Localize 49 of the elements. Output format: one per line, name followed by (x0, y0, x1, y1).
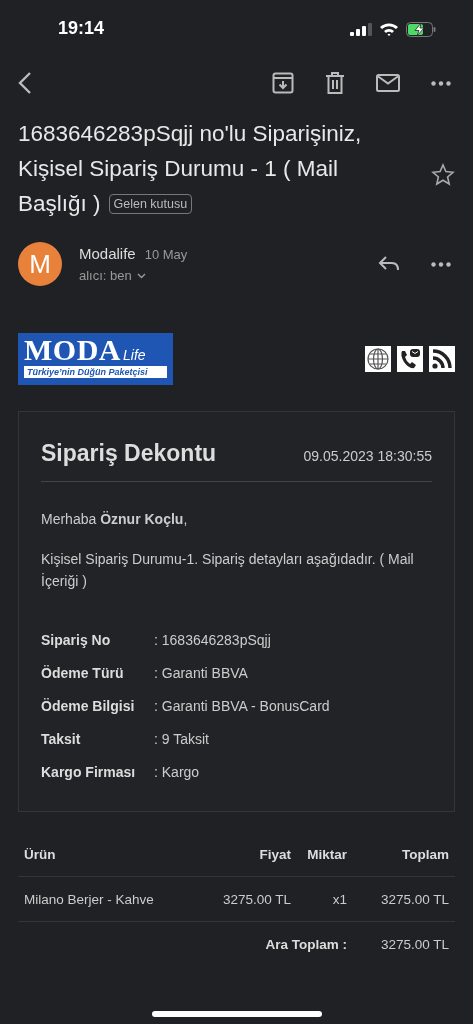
column-header: Fiyat (258, 846, 291, 862)
globe-icon[interactable] (365, 346, 391, 372)
more-icon[interactable] (431, 261, 451, 267)
status-time: 19:14 (58, 17, 105, 39)
table-cell-text: x1 (331, 891, 347, 907)
table-cell-text: Milano Berjer - Kahve (24, 891, 155, 907)
archive-icon[interactable] (272, 72, 294, 94)
detail-label: Ödeme Bilgisi (41, 697, 136, 716)
intro-text: Kişisel Sipariş Durumu-1. Sipariş detayları aşağıdadır. ( Mail İçeriği ) (41, 550, 415, 591)
email-subject-line: Kişisel Sipariş Durumu - 1 ( Mail (18, 155, 339, 183)
subtotal-value: 3275.00 TL (379, 936, 449, 952)
email-subject-line: 1683646283pSqjj no'lu Siparişiniz, (18, 120, 362, 148)
column-header: Toplam (401, 846, 449, 862)
reply-icon[interactable] (378, 256, 400, 272)
email-subject-line: Başlığı ) (18, 190, 101, 218)
mail-icon[interactable] (376, 74, 400, 92)
column-header: Miktar (306, 846, 347, 862)
wifi-icon (379, 22, 399, 36)
subtotal-label: Ara Toplam : (264, 936, 347, 952)
detail-value: : 1683646283pSqjj (154, 631, 271, 650)
table-cell-text: 3275.00 TL (379, 891, 449, 907)
brand-logo: MODALife Türkiye’nin Düğün Paketçisi (18, 333, 173, 385)
detail-value: : Kargo (154, 763, 200, 782)
detail-label: Ödeme Türü (41, 664, 125, 683)
detail-value: : Garanti BBVA (154, 664, 248, 683)
recipient-text[interactable]: alıcı: ben (79, 268, 132, 283)
receipt-title: Sipariş Dekontu (41, 440, 217, 467)
star-icon[interactable] (431, 163, 455, 187)
receipt-datetime: 09.05.2023 18:30:55 (303, 448, 432, 464)
table-cell-text: 3275.00 TL (221, 891, 291, 907)
inbox-label: Gelen kutusu (108, 193, 193, 214)
greeting-text: Merhaba Öznur Koçlu, (41, 510, 189, 529)
delete-icon[interactable] (325, 72, 345, 94)
rss-icon[interactable] (429, 346, 455, 372)
detail-value: : Garanti BBVA - BonusCard (154, 697, 330, 716)
phone-mail-icon[interactable] (397, 346, 423, 372)
chevron-down-icon[interactable] (136, 272, 146, 279)
detail-value: : 9 Taksit (154, 730, 209, 749)
sender-name: Modalife (79, 245, 136, 262)
detail-label: Taksit (41, 730, 82, 749)
signal-icon (350, 22, 372, 36)
detail-label: Kargo Firması (41, 763, 137, 782)
back-icon[interactable] (18, 71, 32, 95)
detail-label: Sipariş No (41, 631, 112, 650)
email-date: 10 May (144, 247, 188, 262)
column-header: Ürün (24, 846, 57, 862)
battery-charging-icon (406, 21, 436, 37)
sender-avatar: M (18, 242, 62, 286)
more-icon[interactable] (431, 80, 451, 86)
